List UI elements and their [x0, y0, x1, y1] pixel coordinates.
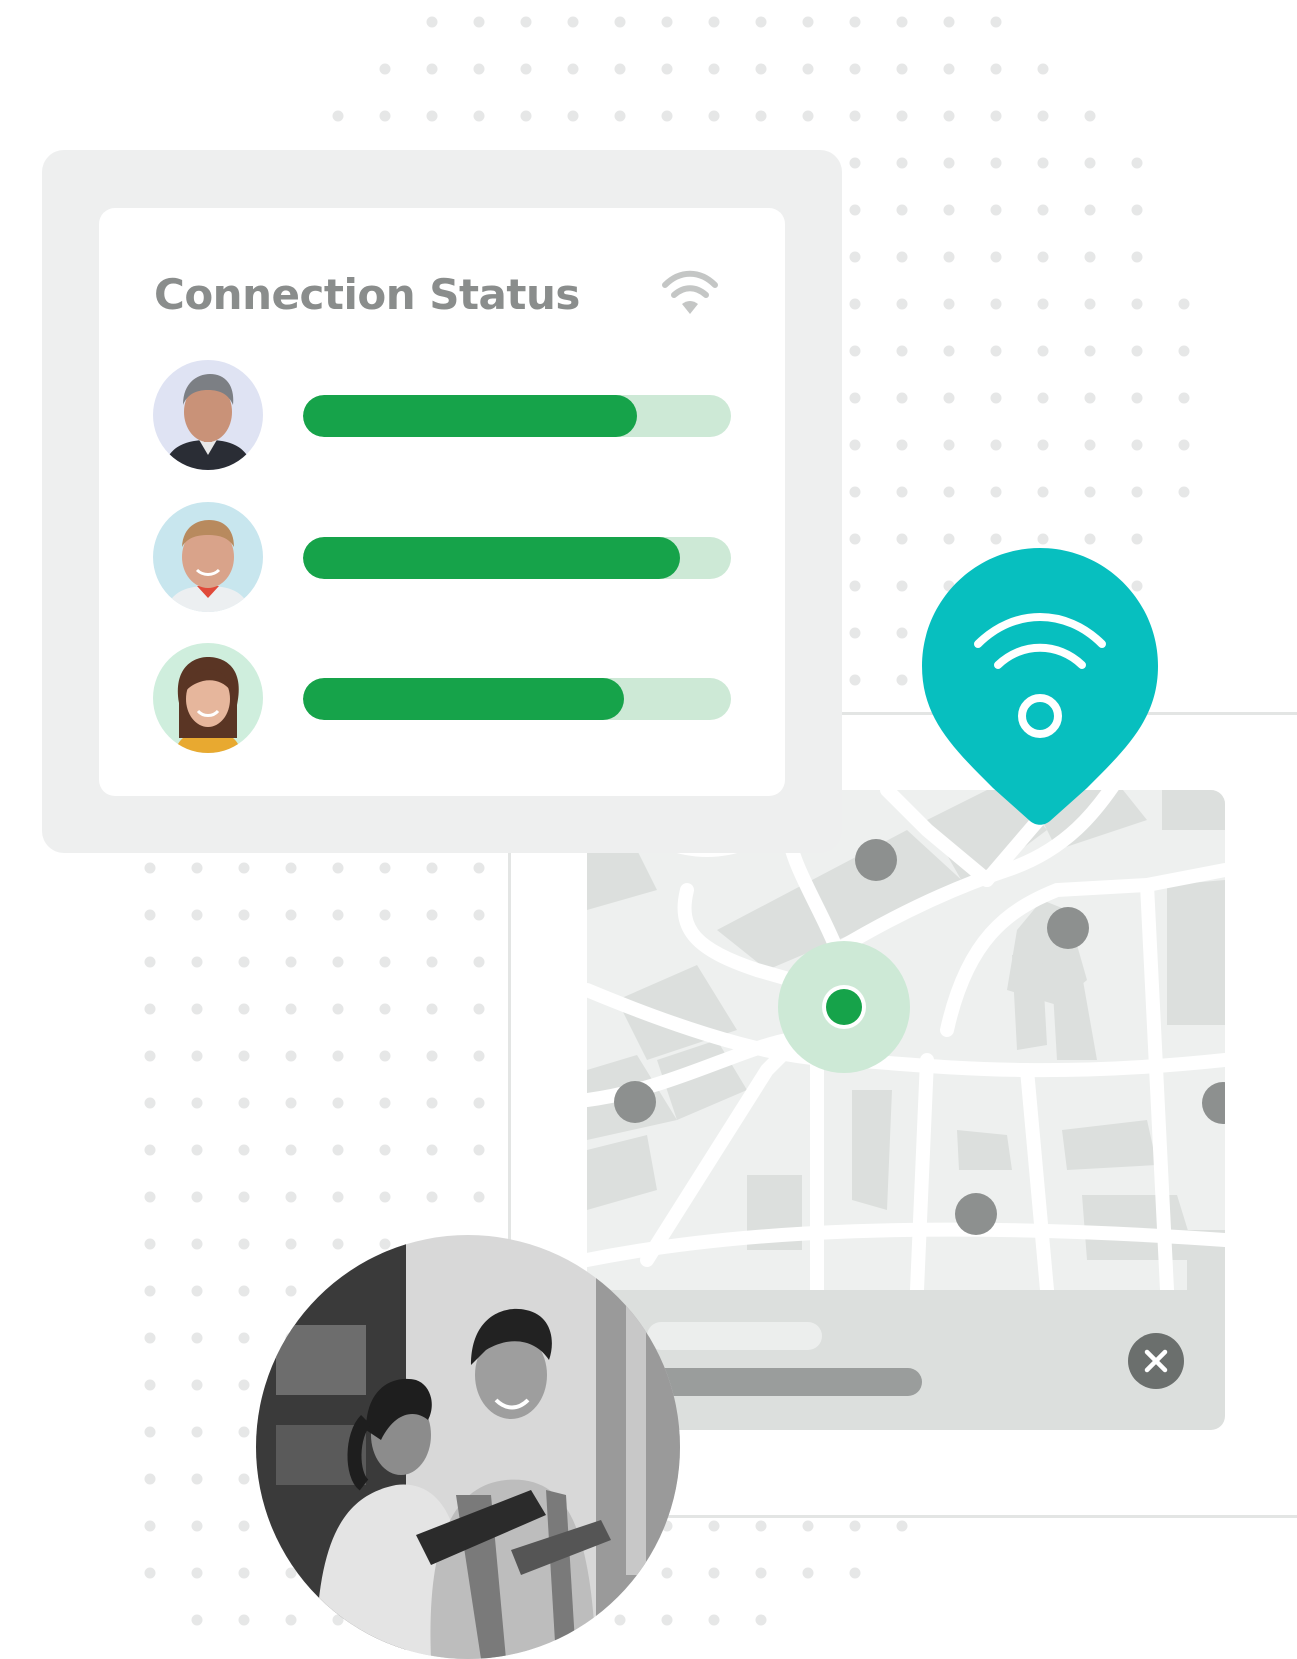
- close-button[interactable]: [1128, 1333, 1184, 1389]
- skeleton-line: [647, 1368, 922, 1396]
- status-row: [153, 502, 733, 612]
- signal-strength-bar: [303, 537, 731, 579]
- signal-strength-bar: [303, 678, 731, 720]
- map-marker[interactable]: [955, 1193, 997, 1235]
- man-gray-hair-avatar: [153, 360, 263, 470]
- man-smiling-avatar: [153, 502, 263, 612]
- woman-smiling-avatar: [153, 643, 263, 753]
- map-marker[interactable]: [855, 839, 897, 881]
- close-icon: [1144, 1349, 1168, 1373]
- status-row: [153, 360, 733, 470]
- status-row: [153, 643, 733, 753]
- current-location-dot-icon[interactable]: [778, 941, 910, 1073]
- wifi-icon: [662, 270, 718, 314]
- wifi-location-pin-icon: [922, 548, 1158, 825]
- map-marker[interactable]: [614, 1081, 656, 1123]
- signal-strength-bar: [303, 395, 731, 437]
- status-card-title: Connection Status: [154, 270, 580, 319]
- workers-with-tablet-photo: [256, 1235, 680, 1659]
- skeleton-line: [647, 1322, 822, 1350]
- map-marker[interactable]: [1047, 907, 1089, 949]
- map-view[interactable]: [587, 790, 1225, 1290]
